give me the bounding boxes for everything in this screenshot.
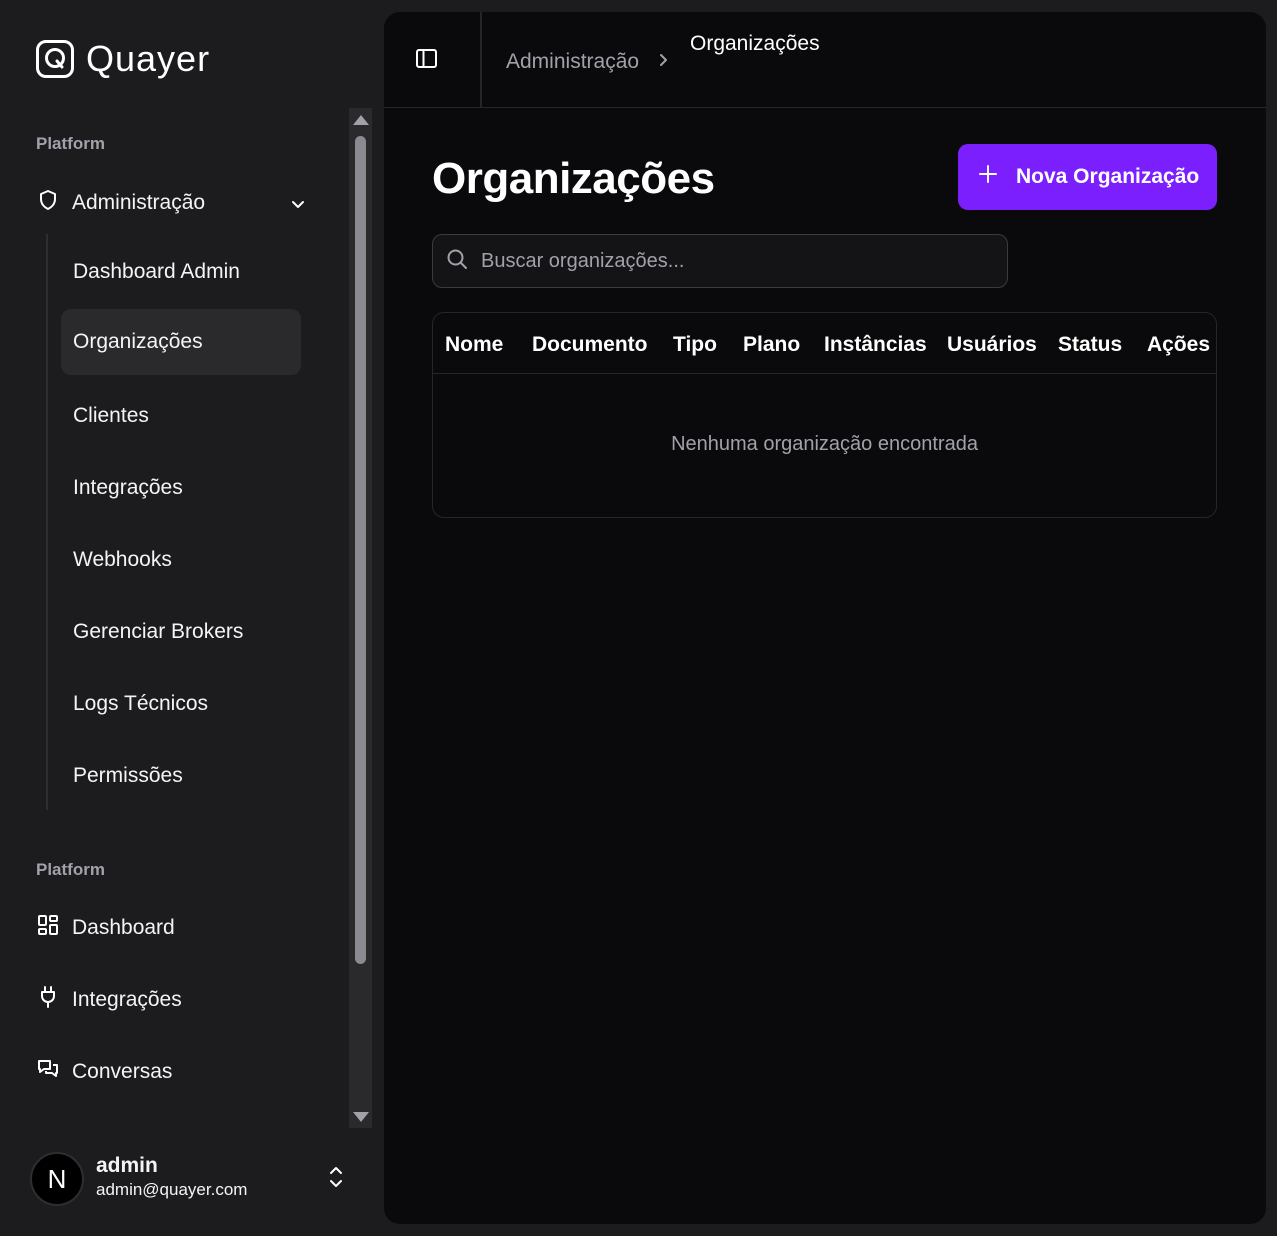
sidebar-item-label: Administração <box>72 191 206 214</box>
scrollbar-thumb[interactable] <box>355 136 366 964</box>
sidebar-item-gerenciar-brokers[interactable]: Gerenciar Brokers <box>61 599 301 665</box>
chevron-down-icon <box>288 194 308 220</box>
sidebar-item-label: Permissões <box>73 764 183 787</box>
brand-name: Quayer <box>86 38 211 79</box>
sidebar-item-label: Integrações <box>73 476 183 499</box>
sidebar-item-logs-tecnicos[interactable]: Logs Técnicos <box>61 671 301 737</box>
new-organization-button[interactable]: Nova Organização <box>958 144 1217 210</box>
sidebar-item-label: Organizações <box>73 330 203 353</box>
column-header-instancias[interactable]: Instâncias <box>824 333 927 357</box>
search-box[interactable] <box>432 234 1008 288</box>
sidebar-item-label: Gerenciar Brokers <box>73 620 244 643</box>
user-email: admin@quayer.com <box>96 1180 248 1199</box>
sidebar-scrollbar[interactable] <box>349 108 372 1128</box>
sidebar-item-conversas[interactable]: Conversas <box>36 1052 316 1092</box>
plug-icon <box>36 985 60 1015</box>
table-header: Nome Documento Tipo Plano Instâncias Usu… <box>433 313 1216 374</box>
column-header-acoes[interactable]: Ações <box>1147 333 1210 357</box>
chat-bubbles-icon <box>36 1057 60 1087</box>
new-organization-label: Nova Organização <box>1016 165 1200 188</box>
avatar: N <box>30 1152 84 1206</box>
scroll-down-arrow-icon[interactable] <box>353 1112 369 1122</box>
organizations-table: Nome Documento Tipo Plano Instâncias Usu… <box>432 312 1217 518</box>
sidebar-item-clientes[interactable]: Clientes <box>61 383 301 449</box>
plus-icon <box>978 164 998 190</box>
sidebar-item-label: Dashboard Admin <box>73 260 240 283</box>
group-label-platform-2: Platform <box>36 860 105 879</box>
dashboard-grid-icon <box>36 913 60 943</box>
sidebar-item-integracoes-admin[interactable]: Integrações <box>61 455 301 521</box>
sidebar: Quayer Platform Administração Dashboard … <box>0 0 384 1236</box>
column-header-tipo[interactable]: Tipo <box>673 333 717 357</box>
sidebar-item-integracoes[interactable]: Integrações <box>36 980 316 1020</box>
group-label-platform: Platform <box>36 134 105 153</box>
column-header-documento[interactable]: Documento <box>532 333 648 357</box>
sidebar-item-webhooks[interactable]: Webhooks <box>61 527 301 593</box>
quayer-logo-icon <box>36 40 74 78</box>
search-icon <box>445 247 469 276</box>
chevrons-up-down-icon[interactable] <box>326 1164 346 1195</box>
breadcrumb-current-page: Organizações <box>690 32 820 55</box>
empty-state-message: Nenhuma organização encontrada <box>671 433 978 455</box>
sidebar-item-permissoes[interactable]: Permissões <box>61 743 301 809</box>
column-header-nome[interactable]: Nome <box>445 333 503 357</box>
scroll-up-arrow-icon[interactable] <box>353 115 369 125</box>
shield-icon <box>36 188 60 218</box>
topbar-divider <box>480 12 482 108</box>
page-title: Organizações <box>432 154 715 203</box>
sidebar-item-label: Logs Técnicos <box>73 692 209 715</box>
user-menu[interactable]: N admin admin@quayer.com <box>30 1150 360 1210</box>
sidebar-item-organizacoes[interactable]: Organizações <box>61 309 301 375</box>
user-name: admin <box>96 1154 158 1177</box>
search-input[interactable] <box>481 249 981 273</box>
sidebar-item-label: Clientes <box>73 404 149 427</box>
chevron-right-icon <box>656 50 672 75</box>
sidebar-toggle-icon[interactable] <box>414 46 440 72</box>
sidebar-scroll-area: Platform Administração Dashboard Admin O… <box>0 108 349 1128</box>
sidebar-item-dashboard[interactable]: Dashboard <box>36 908 316 948</box>
breadcrumb-administracao[interactable]: Administração <box>506 50 639 74</box>
column-header-status[interactable]: Status <box>1058 333 1122 357</box>
sidebar-item-label: Webhooks <box>73 548 172 571</box>
sidebar-item-label: Conversas <box>72 1060 173 1083</box>
sidebar-item-label: Dashboard <box>72 916 175 939</box>
main-content: Administração Organizações Organizações … <box>384 12 1266 1224</box>
topbar: Administração Organizações <box>384 12 1266 108</box>
sidebar-item-dashboard-admin[interactable]: Dashboard Admin <box>61 239 301 305</box>
brand[interactable]: Quayer <box>36 38 210 80</box>
subtree-line <box>46 234 48 810</box>
sidebar-item-administracao[interactable]: Administração <box>28 182 318 224</box>
column-header-usuarios[interactable]: Usuários <box>947 333 1037 357</box>
column-header-plano[interactable]: Plano <box>743 333 800 357</box>
sidebar-item-label: Integrações <box>72 988 182 1011</box>
